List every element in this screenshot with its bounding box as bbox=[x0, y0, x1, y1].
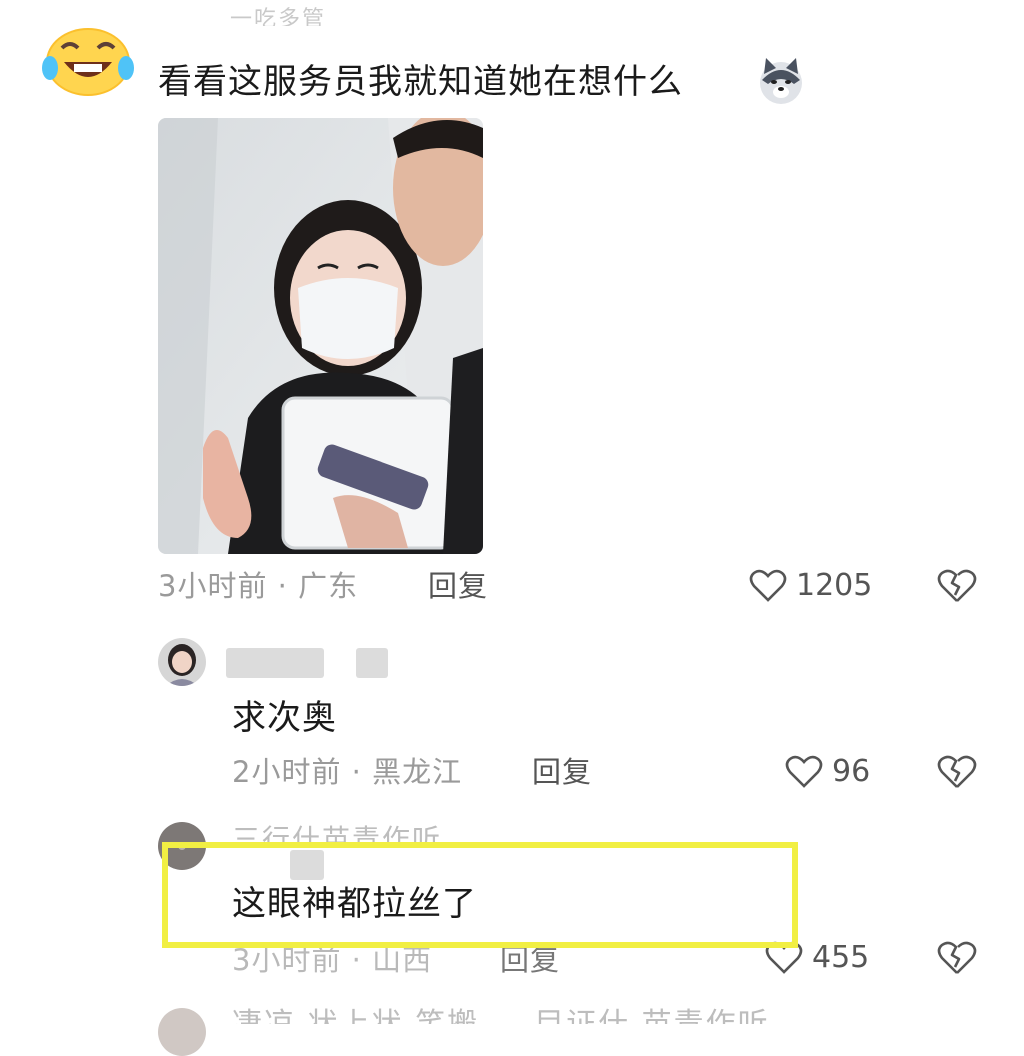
like-count: 96 bbox=[832, 754, 871, 789]
username-faded[interactable]: 三行什苗青作听 bbox=[232, 824, 442, 844]
broken-heart-icon bbox=[937, 569, 977, 602]
username-blurred[interactable] bbox=[226, 648, 324, 678]
truncated-comment: 凄凉 状上状 笑搬 … 目证什 苗青作听 bbox=[232, 1008, 770, 1024]
comment-time-location: 2小时前 · 黑龙江 bbox=[232, 755, 463, 789]
avatar[interactable] bbox=[158, 1008, 206, 1056]
truncated-username: 一吃多管 bbox=[230, 7, 327, 26]
dislike-button[interactable] bbox=[936, 565, 978, 611]
username-badge-blurred bbox=[356, 648, 388, 678]
like-button[interactable]: 96 bbox=[784, 752, 870, 792]
heart-icon bbox=[749, 569, 787, 602]
reply-button[interactable]: 回复 bbox=[428, 566, 488, 606]
dislike-button[interactable] bbox=[936, 937, 978, 983]
broken-heart-icon bbox=[937, 755, 977, 788]
laughing-tears-emoji-icon[interactable] bbox=[40, 18, 136, 98]
highlight-box bbox=[162, 842, 798, 948]
dislike-button[interactable] bbox=[936, 751, 978, 797]
comment-time-location: 3小时前 · 广东 bbox=[158, 569, 359, 603]
husky-dog-emoji-icon bbox=[756, 56, 806, 106]
like-button[interactable]: 1205 bbox=[748, 566, 872, 606]
like-count: 1205 bbox=[796, 568, 873, 603]
comment-text: 求次奥 bbox=[232, 698, 337, 738]
heart-icon bbox=[785, 755, 823, 788]
reply-button[interactable]: 回复 bbox=[532, 752, 592, 792]
avatar[interactable] bbox=[158, 638, 206, 686]
comment-photo[interactable] bbox=[158, 118, 483, 554]
broken-heart-icon bbox=[937, 941, 977, 974]
comment-text: 看看这服务员我就知道她在想什么 bbox=[158, 62, 683, 102]
like-count: 455 bbox=[812, 940, 870, 975]
